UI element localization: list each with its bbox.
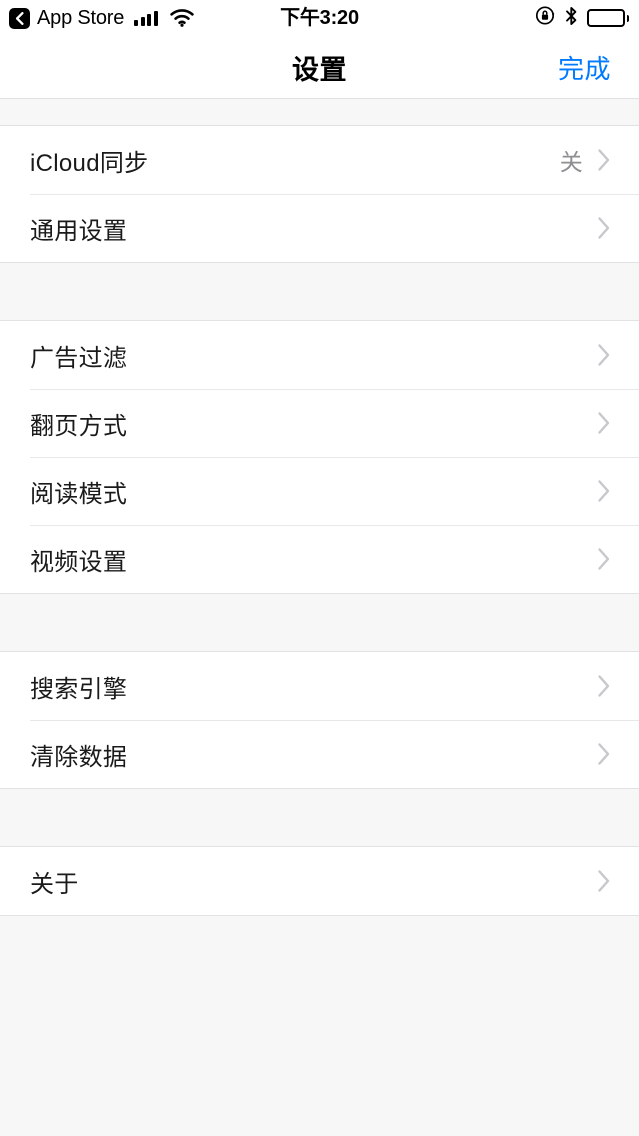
list-item-label: 通用设置 — [30, 217, 128, 245]
navigation-bar: 设置 完成 — [0, 36, 639, 98]
list-item-video-settings[interactable]: 视频设置 — [0, 525, 639, 593]
chevron-right-icon — [597, 547, 611, 571]
chevron-right-icon — [597, 479, 611, 503]
list-item-label: 搜索引擎 — [30, 675, 128, 703]
wifi-icon — [169, 9, 194, 27]
list-item-value: 关 — [559, 149, 583, 175]
status-bar-right-group — [535, 0, 629, 36]
list-item-general-settings[interactable]: 通用设置 — [0, 194, 639, 262]
list-bottom-area — [0, 916, 639, 1136]
done-button[interactable]: 完成 — [558, 49, 611, 86]
chevron-right-icon — [597, 742, 611, 766]
list-item-search-engine[interactable]: 搜索引擎 — [0, 652, 639, 720]
list-item-label: 翻页方式 — [30, 412, 128, 440]
list-item-clear-data[interactable]: 清除数据 — [0, 720, 639, 788]
section-gap — [0, 594, 639, 652]
status-bar: App Store 下午3:20 — [0, 0, 639, 36]
list-item-about[interactable]: 关于 — [0, 847, 639, 915]
chevron-right-icon — [597, 411, 611, 435]
page-title: 设置 — [292, 54, 347, 85]
settings-section-account: iCloud同步 关 通用设置 — [0, 126, 639, 263]
back-to-app-store-label: App Store — [37, 7, 125, 29]
list-item-page-turn-mode[interactable]: 翻页方式 — [0, 389, 639, 457]
settings-section-browsing: 广告过滤 翻页方式 阅读模式 视频设置 — [0, 321, 639, 594]
list-item-label: iCloud同步 — [30, 149, 149, 177]
chevron-right-icon — [597, 148, 611, 172]
navigation-bar-right: 完成 — [558, 36, 611, 98]
status-bar-left-group: App Store — [9, 0, 194, 36]
chevron-left-icon — [15, 11, 24, 25]
battery-terminal — [626, 14, 629, 22]
list-item-label: 关于 — [30, 870, 79, 898]
list-item-label: 广告过滤 — [30, 344, 128, 372]
settings-section-data: 搜索引擎 清除数据 — [0, 652, 639, 789]
list-item-label: 清除数据 — [30, 743, 128, 771]
list-item-icloud-sync[interactable]: iCloud同步 关 — [0, 126, 639, 194]
cellular-signal-icon — [134, 10, 158, 26]
settings-section-about: 关于 — [0, 847, 639, 916]
rotation-lock-icon — [535, 5, 556, 31]
chevron-right-icon — [597, 674, 611, 698]
list-item-label: 阅读模式 — [30, 480, 128, 508]
section-gap — [0, 98, 639, 126]
chevron-right-icon — [597, 343, 611, 367]
bluetooth-icon — [565, 6, 578, 31]
section-gap — [0, 263, 639, 321]
back-to-app-store-button[interactable] — [9, 7, 30, 29]
chevron-right-icon — [597, 216, 611, 240]
settings-list[interactable]: iCloud同步 关 通用设置 广告过滤 翻页方式 阅读模式 视频设置 搜索引擎… — [0, 98, 639, 1136]
list-item-ad-filter[interactable]: 广告过滤 — [0, 321, 639, 389]
list-item-reading-mode[interactable]: 阅读模式 — [0, 457, 639, 525]
chevron-right-icon — [597, 869, 611, 893]
status-bar-clock: 下午3:20 — [280, 7, 359, 29]
battery-icon — [587, 9, 629, 27]
list-item-label: 视频设置 — [30, 548, 128, 576]
section-gap — [0, 789, 639, 847]
